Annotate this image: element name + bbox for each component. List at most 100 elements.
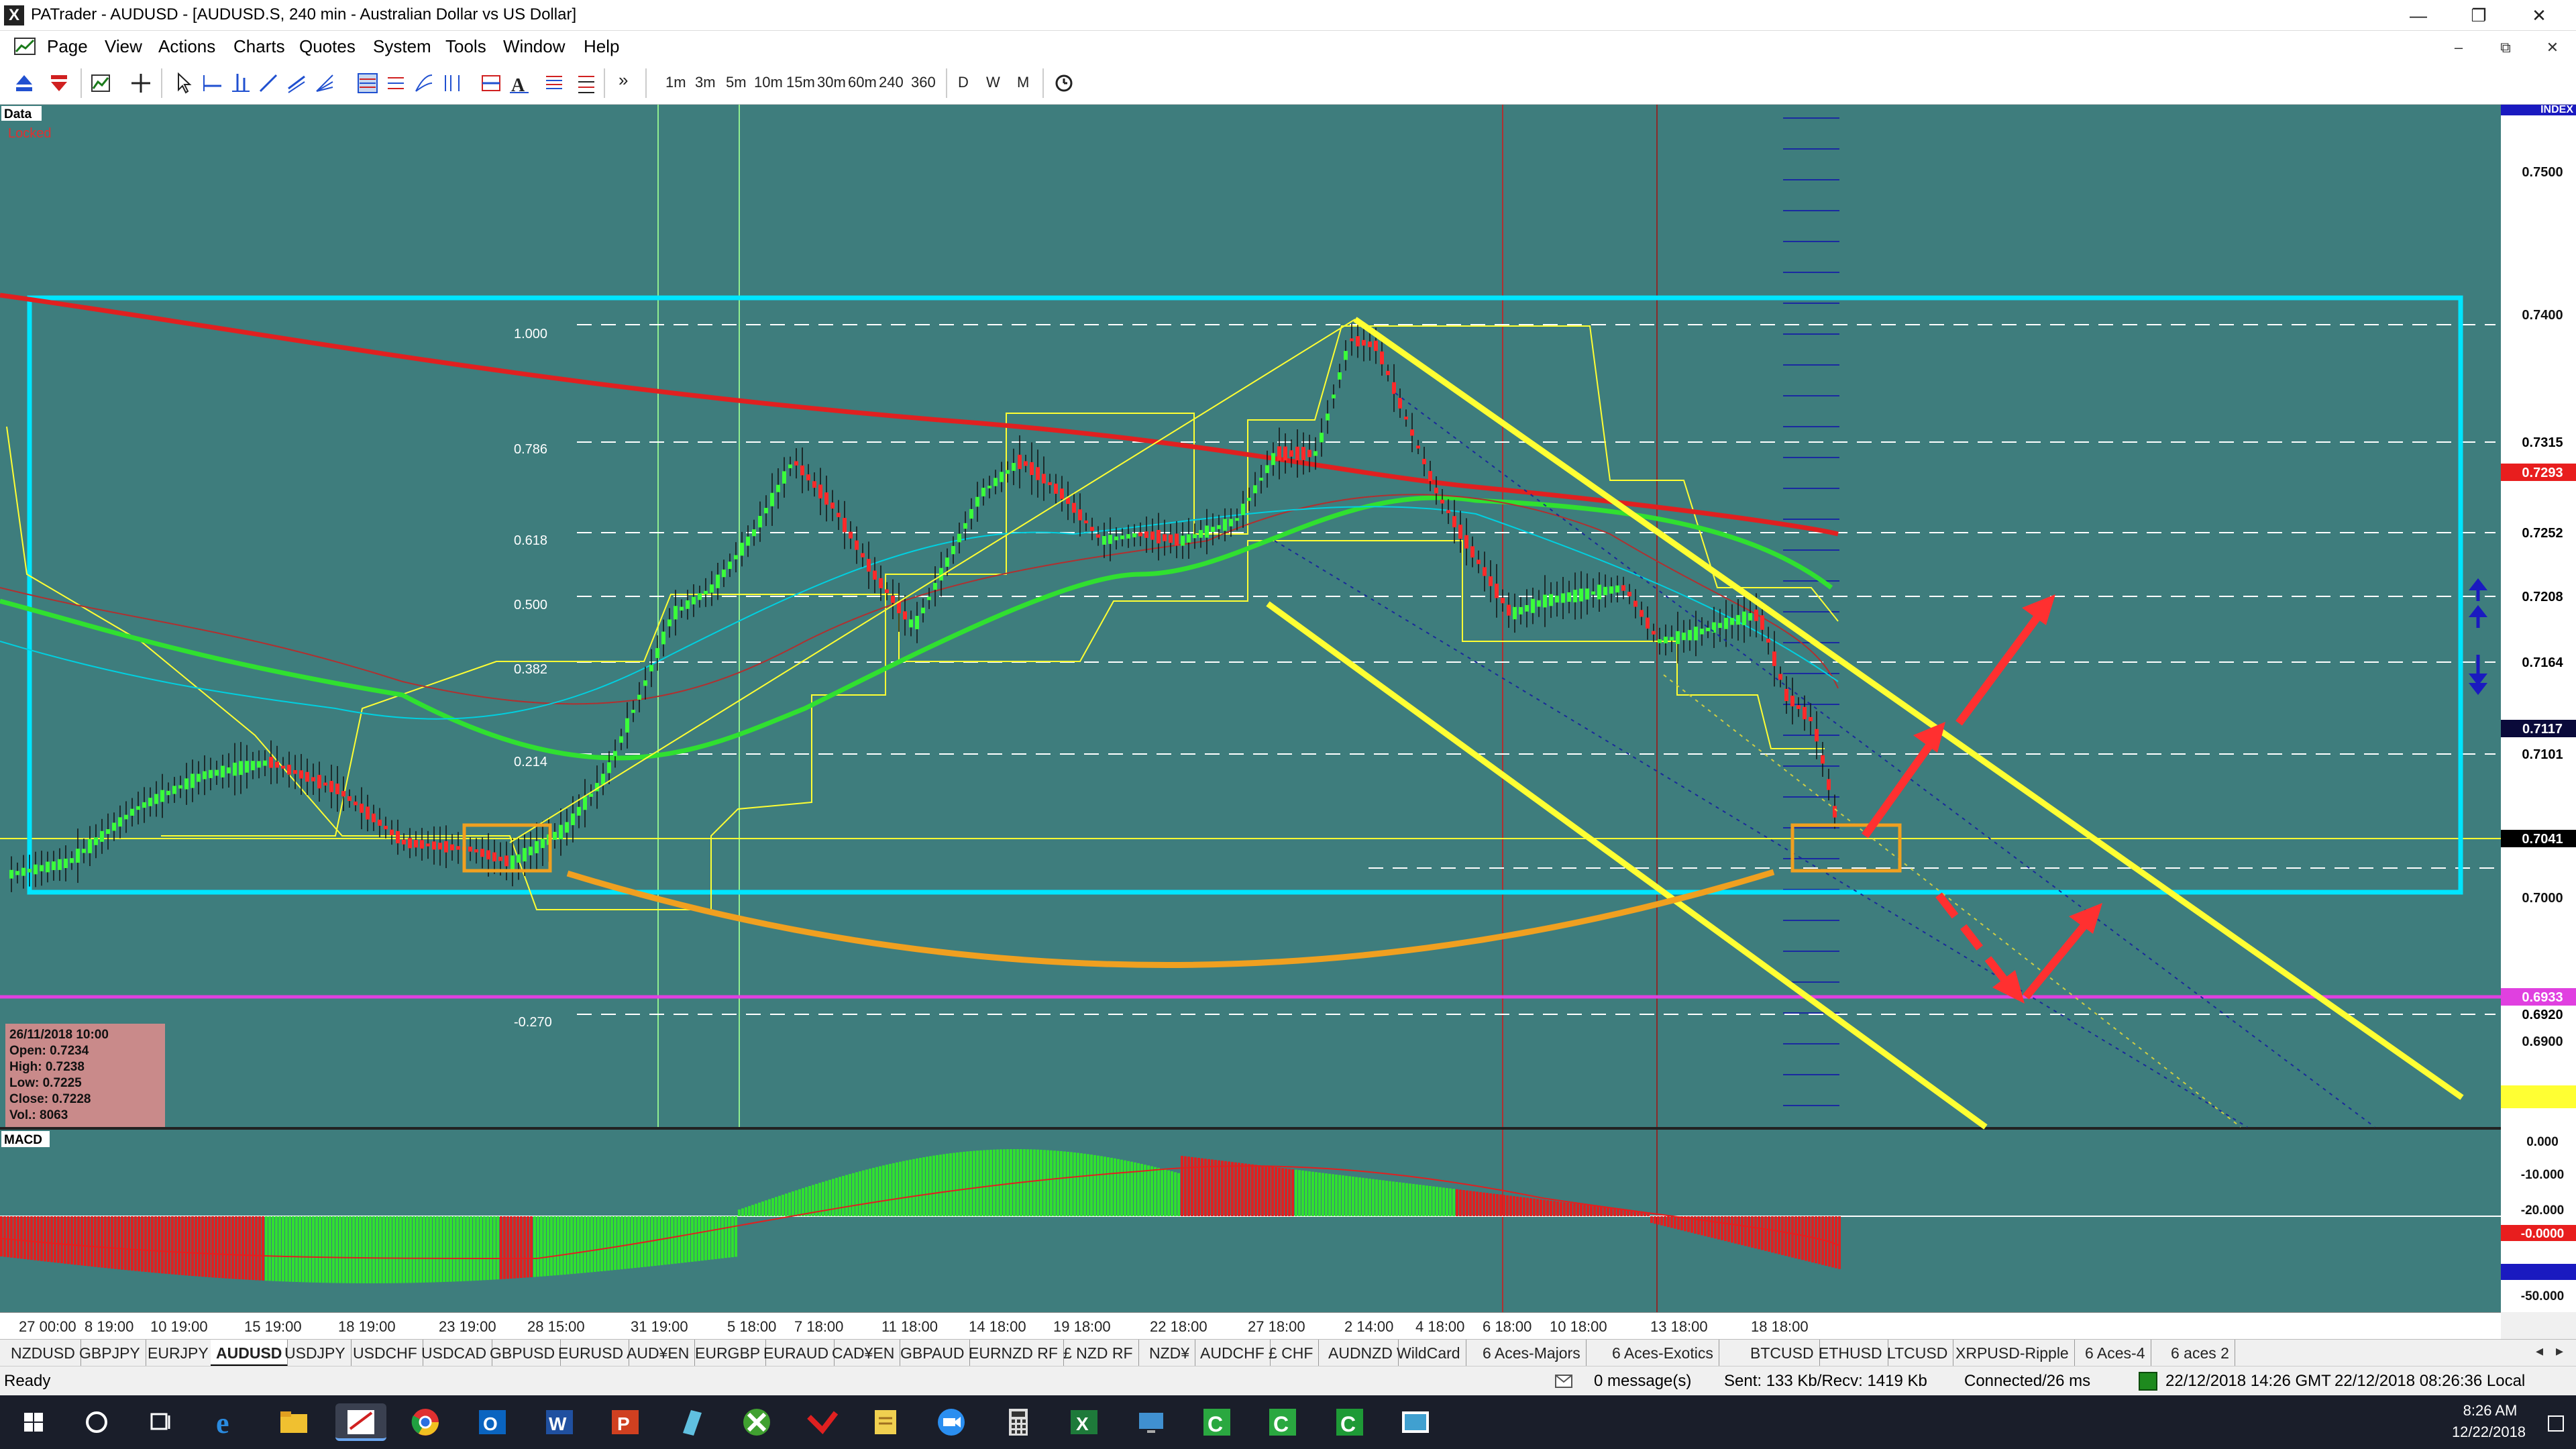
notes-app-icon[interactable]: [674, 1403, 711, 1441]
tab-usdjpy[interactable]: USDJPY: [279, 1340, 352, 1366]
period-monthly-button[interactable]: M: [1017, 74, 1029, 91]
chart-canvas[interactable]: INDEX 1.000 0.786 0.618 0.500 0.382 0.21…: [0, 104, 2576, 1312]
pointer-tool-icon[interactable]: [173, 72, 195, 94]
mdi-close-button[interactable]: ✕: [2542, 39, 2563, 56]
tab-audnzd[interactable]: AUDNZD: [1323, 1340, 1399, 1366]
tf-15m-button[interactable]: 15m: [786, 74, 815, 91]
menu-charts[interactable]: Charts: [233, 36, 285, 57]
notification-icon[interactable]: [2546, 1414, 2565, 1433]
buy-icon[interactable]: [13, 72, 35, 94]
tf-240-button[interactable]: 240: [879, 74, 904, 91]
camtasia-icon[interactable]: C: [1198, 1403, 1236, 1441]
clock-icon[interactable]: [1053, 72, 1075, 94]
tf-1m-button[interactable]: 1m: [665, 74, 686, 91]
tab-usdcad[interactable]: USDCAD: [416, 1340, 493, 1366]
fib-extension-tool-icon[interactable]: [385, 72, 407, 94]
rectangle-tool-icon[interactable]: [480, 72, 502, 94]
tab-btcusd[interactable]: BTCUSD: [1745, 1340, 1820, 1366]
horizontal-line-tool-icon[interactable]: [201, 72, 223, 94]
text-tool-icon[interactable]: A: [508, 72, 530, 94]
menu-actions[interactable]: Actions: [158, 36, 215, 57]
edge-browser-icon[interactable]: e: [209, 1403, 247, 1441]
tab-6-aces-4[interactable]: 6 Aces-4: [2080, 1340, 2151, 1366]
tf-60m-button[interactable]: 60m: [848, 74, 877, 91]
tab-usdchf[interactable]: USDCHF: [347, 1340, 423, 1366]
tab--chf[interactable]: £ CHF: [1263, 1340, 1320, 1366]
tab-nzd-[interactable]: NZD¥: [1144, 1340, 1196, 1366]
camtasia-recorder-icon[interactable]: C: [1264, 1403, 1301, 1441]
tab-6-aces-exotics[interactable]: 6 Aces-Exotics: [1607, 1340, 1719, 1366]
crosshair-icon[interactable]: [130, 72, 152, 94]
tab-audusd[interactable]: AUDUSD: [211, 1340, 288, 1366]
message-envelope-icon[interactable]: [1555, 1375, 1572, 1388]
tf-5m-button[interactable]: 5m: [726, 74, 747, 91]
outlook-icon[interactable]: O: [474, 1403, 511, 1441]
mdi-minimize-button[interactable]: –: [2449, 39, 2469, 56]
period-daily-button[interactable]: D: [958, 74, 969, 91]
tab-eurusd[interactable]: EURUSD: [553, 1340, 630, 1366]
word-icon[interactable]: W: [541, 1403, 578, 1441]
status-messages[interactable]: 0 message(s): [1594, 1372, 1691, 1391]
period-weekly-button[interactable]: W: [986, 74, 1000, 91]
chrome-icon[interactable]: [407, 1403, 444, 1441]
levels-tool-icon[interactable]: [543, 72, 565, 94]
toolbar-overflow-button[interactable]: »: [619, 70, 628, 91]
tab-scroll-right-icon[interactable]: ▸: [2556, 1342, 2563, 1360]
close-button[interactable]: ✕: [2509, 0, 2569, 31]
maximize-button[interactable]: ❐: [2449, 0, 2509, 31]
powerpoint-icon[interactable]: P: [606, 1403, 644, 1441]
new-chart-icon[interactable]: [90, 72, 111, 94]
price-chart[interactable]: INDEX 1.000 0.786 0.618 0.500 0.382 0.21…: [0, 104, 2576, 1339]
excel-icon[interactable]: X: [1065, 1403, 1103, 1441]
tf-3m-button[interactable]: 3m: [695, 74, 716, 91]
tab-ltcusd[interactable]: LTCUSD: [1882, 1340, 1954, 1366]
mdi-restore-button[interactable]: ⧉: [2496, 39, 2516, 56]
tab-6-aces-2[interactable]: 6 aces 2: [2165, 1340, 2235, 1366]
trend-line-tool-icon[interactable]: [258, 72, 279, 94]
taskbar-clock-date[interactable]: 12/22/2018: [2442, 1424, 2536, 1441]
tf-10m-button[interactable]: 10m: [754, 74, 783, 91]
minimize-button[interactable]: —: [2388, 0, 2449, 31]
menu-quotes[interactable]: Quotes: [299, 36, 356, 57]
tab-wildcard[interactable]: WildCard: [1391, 1340, 1466, 1366]
tab-euraud[interactable]: EURAUD: [758, 1340, 835, 1366]
vertical-line-tool-icon[interactable]: [229, 72, 251, 94]
tab--nzd-rf[interactable]: £ NZD RF: [1058, 1340, 1139, 1366]
menu-tools[interactable]: Tools: [445, 36, 486, 57]
channel-tool-icon[interactable]: [286, 72, 307, 94]
tab-aud-en[interactable]: AUD¥EN: [621, 1340, 696, 1366]
gann-fan-tool-icon[interactable]: [413, 72, 435, 94]
tab-eurjpy[interactable]: EURJPY: [142, 1340, 215, 1366]
tab-eurnzd-rf[interactable]: EURNZD RF: [963, 1340, 1064, 1366]
zoom-icon[interactable]: [932, 1403, 970, 1441]
file-explorer-icon[interactable]: [275, 1403, 313, 1441]
windows-start-icon[interactable]: [15, 1403, 52, 1441]
menu-window[interactable]: Window: [503, 36, 565, 57]
tab-xrpusd-ripple[interactable]: XRPUSD-Ripple: [1950, 1340, 2075, 1366]
tab-6-aces-majors[interactable]: 6 Aces-Majors: [1477, 1340, 1587, 1366]
camtasia-editor-icon[interactable]: C: [1331, 1403, 1368, 1441]
screen-capture-icon[interactable]: [1397, 1403, 1434, 1441]
tab-nzdusd[interactable]: NZDUSD: [5, 1340, 81, 1366]
tab-eurgbp[interactable]: EURGBP: [690, 1340, 767, 1366]
fibonacci-tool-icon[interactable]: [357, 72, 378, 94]
rdp-icon[interactable]: [1132, 1403, 1170, 1441]
red-swoosh-app-icon[interactable]: [804, 1403, 841, 1441]
menu-system[interactable]: System: [373, 36, 431, 57]
menu-help[interactable]: Help: [584, 36, 619, 57]
tab-scroll-left-icon[interactable]: ◂: [2536, 1342, 2543, 1360]
chart-menu-icon[interactable]: [13, 36, 36, 56]
menu-page[interactable]: Page: [47, 36, 88, 57]
tab-audchf[interactable]: AUDCHF: [1195, 1340, 1271, 1366]
taskbar-clock-time[interactable]: 8:26 AM: [2450, 1402, 2530, 1419]
tab-gbpjpy[interactable]: GBPJPY: [74, 1340, 146, 1366]
search-icon[interactable]: [78, 1403, 115, 1441]
pitchfork-tool-icon[interactable]: [576, 72, 597, 94]
sell-icon[interactable]: [48, 72, 70, 94]
fan-tool-icon[interactable]: [314, 72, 335, 94]
sticky-notes-icon[interactable]: [867, 1403, 904, 1441]
tf-360-button[interactable]: 360: [911, 74, 936, 91]
tab-cad-en[interactable]: CAD¥EN: [826, 1340, 901, 1366]
tf-30m-button[interactable]: 30m: [817, 74, 846, 91]
trading-app-icon[interactable]: [738, 1403, 775, 1441]
